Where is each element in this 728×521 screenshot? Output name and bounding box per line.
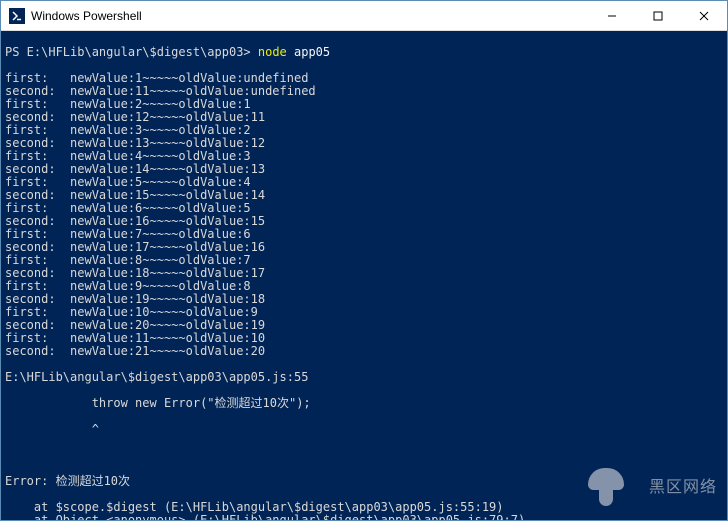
command-arg: app05 [287,45,330,59]
output-lines: first: newValue:1~~~~~oldValue:undefined… [5,72,723,358]
minimize-button[interactable] [589,1,635,30]
error-location: E:\HFLib\angular\$digest\app03\app05.js:… [5,371,723,384]
error-throw-line: throw new Error("检测超过10次"); [5,397,723,410]
prompt-path: PS E:\HFLib\angular\$digest\app03> [5,45,258,59]
maximize-button[interactable] [635,1,681,30]
window-controls [589,1,727,30]
close-button[interactable] [681,1,727,30]
window-title: Windows Powershell [31,9,589,23]
window-titlebar: Windows Powershell [1,1,727,31]
watermark-text: 黑区网络 [649,479,717,496]
stack-line: at Object.<anonymous> (E:\HFLib\angular\… [5,514,723,520]
powershell-icon [9,8,25,24]
blank-line [5,449,723,462]
error-caret: ^ [5,423,723,436]
terminal-output[interactable]: PS E:\HFLib\angular\$digest\app03> node … [1,31,727,520]
mushroom-icon [584,466,628,510]
command-name: node [258,45,287,59]
watermark: 黑区网络 [584,466,717,510]
output-line: second: newValue:21~~~~~oldValue:20 [5,345,723,358]
prompt-line: PS E:\HFLib\angular\$digest\app03> node … [5,46,723,59]
